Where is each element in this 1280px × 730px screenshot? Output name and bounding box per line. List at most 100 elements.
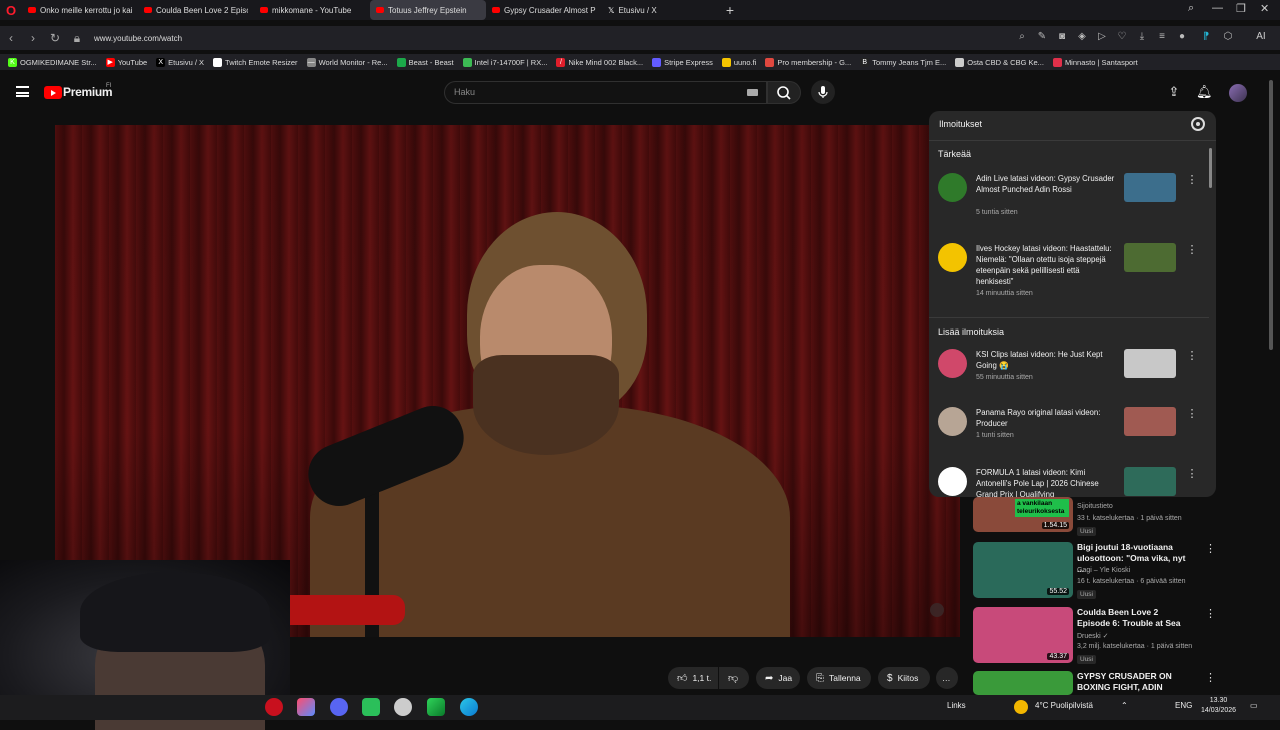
search-input[interactable]: Haku [444, 81, 767, 104]
notification-settings-gear-icon[interactable] [1191, 117, 1205, 131]
bookmark-item[interactable]: Twitch Emote Resizer [213, 57, 298, 67]
notification-more-icon[interactable]: ⋮ [1185, 245, 1199, 256]
hamburger-menu-icon[interactable] [16, 86, 29, 97]
account-avatar[interactable] [1229, 84, 1247, 102]
cube-icon[interactable]: ⬡ [1221, 31, 1235, 45]
video-more-icon[interactable]: ⋮ [1205, 607, 1216, 620]
opera-menu-icon[interactable]: O [0, 0, 22, 20]
browser-tab[interactable]: Onko meille kerrottu jo kaik [22, 0, 138, 20]
notification-more-icon[interactable]: ⋮ [1185, 175, 1199, 186]
profile-icon[interactable]: ● [1175, 31, 1189, 45]
reload-icon[interactable]: ↻ [44, 31, 66, 45]
tray-chevron-icon[interactable]: ⌃ [1121, 701, 1128, 710]
app-taskbar-icon[interactable] [297, 698, 315, 716]
video-thumbnail[interactable] [973, 671, 1073, 695]
notification-more-icon[interactable]: ⋮ [1185, 409, 1199, 420]
url-field[interactable]: www.youtube.com/watch [94, 34, 182, 43]
video-title[interactable]: Coulda Been Love 2 Episode 6: Trouble at… [1077, 607, 1187, 629]
forward-icon[interactable]: › [22, 31, 44, 45]
back-icon[interactable]: ‹ [0, 31, 22, 45]
close-window-icon[interactable]: ✕ [1260, 2, 1269, 15]
browser-tab[interactable]: mikkomane - YouTube [254, 0, 370, 20]
bookmark-item[interactable]: / Nike Mind 002 Black... [556, 57, 643, 67]
notification-thumbnail[interactable] [1124, 467, 1176, 496]
bookmark-item[interactable]: Beast - Beast [396, 57, 454, 67]
keyboard-icon[interactable] [747, 89, 758, 96]
notification-thumbnail[interactable] [1124, 349, 1176, 378]
notification-center-icon[interactable]: ▭ [1250, 701, 1258, 710]
share-button[interactable]: ➦ Jaa [756, 667, 800, 689]
maximize-icon[interactable]: ❐ [1236, 2, 1246, 15]
bookmark-item[interactable]: uuno.fi [721, 57, 756, 67]
save-button[interactable]: ⎘ Tallenna [807, 667, 871, 689]
camera-icon[interactable]: ◙ [1055, 31, 1069, 45]
links-toolbar[interactable]: Links [947, 701, 966, 710]
bookmark-item[interactable]: ▶ YouTube [105, 57, 147, 67]
bookmark-item[interactable]: Minnasto | Santasport [1052, 57, 1138, 67]
notifications-bell-icon[interactable]: 🔔︎ [1196, 84, 1213, 100]
recommended-video[interactable]: 55.52 Bigi joutui 18-vuotiaana ulosottoon… [973, 542, 1216, 599]
like-button[interactable]: 👍︎ 1,1 t. [668, 667, 718, 689]
upload-icon[interactable]: ⇪ [1166, 84, 1182, 100]
channel-name[interactable]: Drueski ✓ [1077, 632, 1109, 640]
notification-item[interactable]: Ilves Hockey latasi videon: Haastattelu:… [929, 243, 1209, 303]
heart-icon[interactable]: ♡ [1115, 31, 1129, 45]
channel-name[interactable]: Sijoitustieto [1077, 503, 1113, 510]
extension-icon[interactable]: ⁋ [1199, 31, 1213, 45]
shield-icon[interactable]: ◈ [1075, 31, 1089, 45]
video-more-icon[interactable]: ⋮ [1205, 542, 1216, 555]
tab-search-icon[interactable]: ⌕ [1188, 2, 1194, 15]
obs-taskbar-icon[interactable] [362, 698, 380, 716]
youtube-logo-icon[interactable] [44, 86, 62, 99]
browser-tab[interactable]: Gypsy Crusader Almost P [486, 0, 602, 20]
voice-search-button[interactable] [811, 80, 835, 104]
ai-button[interactable]: AI [1249, 31, 1273, 45]
edge-taskbar-icon[interactable] [460, 698, 478, 716]
video-thumbnail[interactable]: a vankilaan teleurikoksesta 1.54.15 [973, 497, 1073, 532]
edit-icon[interactable]: ✎ [1035, 31, 1049, 45]
language-indicator[interactable]: ENG [1175, 701, 1192, 710]
more-actions-button[interactable]: … [936, 667, 958, 689]
browser-tab[interactable]: 𝕏 Etusivu / X [602, 0, 718, 20]
new-tab-button[interactable]: + [722, 2, 738, 18]
discord-taskbar-icon[interactable] [330, 698, 348, 716]
notification-more-icon[interactable]: ⋮ [1185, 351, 1199, 362]
notifications-scrollbar[interactable] [1209, 148, 1212, 188]
page-scrollbar[interactable] [1269, 80, 1273, 350]
notification-thumbnail[interactable] [1124, 173, 1176, 202]
search-page-icon[interactable]: ⌕ [1015, 31, 1029, 45]
weather-text[interactable]: 4°C Puolipilvistä [1035, 701, 1093, 710]
opera-taskbar-icon[interactable] [265, 698, 283, 716]
video-more-icon[interactable]: ⋮ [1205, 671, 1216, 684]
notification-more-icon[interactable]: ⋮ [1185, 469, 1199, 480]
video-thumbnail[interactable]: 43.37 [973, 607, 1073, 663]
bookmark-item[interactable]: Osta CBD & CBG Ke... [955, 57, 1044, 67]
download-icon[interactable]: ⤓ [1135, 31, 1149, 45]
notification-thumbnail[interactable] [1124, 407, 1176, 436]
bookmark-item[interactable]: Pro membership - G... [765, 57, 851, 67]
premium-logo-text[interactable]: Premium [63, 85, 113, 99]
notification-item[interactable]: KSI Clips latasi videon: He Just Kept Go… [929, 349, 1209, 409]
notification-item[interactable]: Panama Rayo original latasi videon: Prod… [929, 407, 1209, 467]
channel-name[interactable]: Gagi – Yle Kioski [1077, 567, 1130, 574]
bookmark-item[interactable]: K OGMIKEDIMANE Str... [8, 57, 97, 67]
search-button[interactable] [767, 81, 801, 104]
clock[interactable]: 13.30 14/03/2026 [1201, 696, 1236, 716]
recommended-video[interactable]: 43.37 Coulda Been Love 2 Episode 6: Troub… [973, 607, 1216, 664]
video-thumbnail[interactable]: 55.52 [973, 542, 1073, 598]
bookmark-item[interactable]: X Etusivu / X [156, 57, 204, 67]
dislike-button[interactable]: 👎︎ [719, 667, 749, 689]
bookmark-item[interactable]: — World Monitor - Re... [306, 57, 388, 67]
settings-taskbar-icon[interactable] [394, 698, 412, 716]
notification-item[interactable]: FORMULA 1 latasi videon: Kimi Antonelli'… [929, 467, 1209, 497]
browser-tab[interactable]: Totuus Jeffrey Epstein [370, 0, 486, 20]
thanks-button[interactable]: $ Kiitos [878, 667, 930, 689]
list-icon[interactable]: ≡ [1155, 31, 1169, 45]
minimize-icon[interactable]: — [1212, 2, 1223, 14]
kick-taskbar-icon[interactable] [427, 698, 445, 716]
notification-thumbnail[interactable] [1124, 243, 1176, 272]
notification-item[interactable]: Adin Live latasi videon: Gypsy Crusader … [929, 173, 1209, 233]
bookmark-item[interactable]: B Tommy Jeans Tjm E... [860, 57, 946, 67]
browser-tab[interactable]: Coulda Been Love 2 Episo [138, 0, 254, 20]
bookmark-item[interactable]: Intel i7-14700F | RX... [462, 57, 547, 67]
